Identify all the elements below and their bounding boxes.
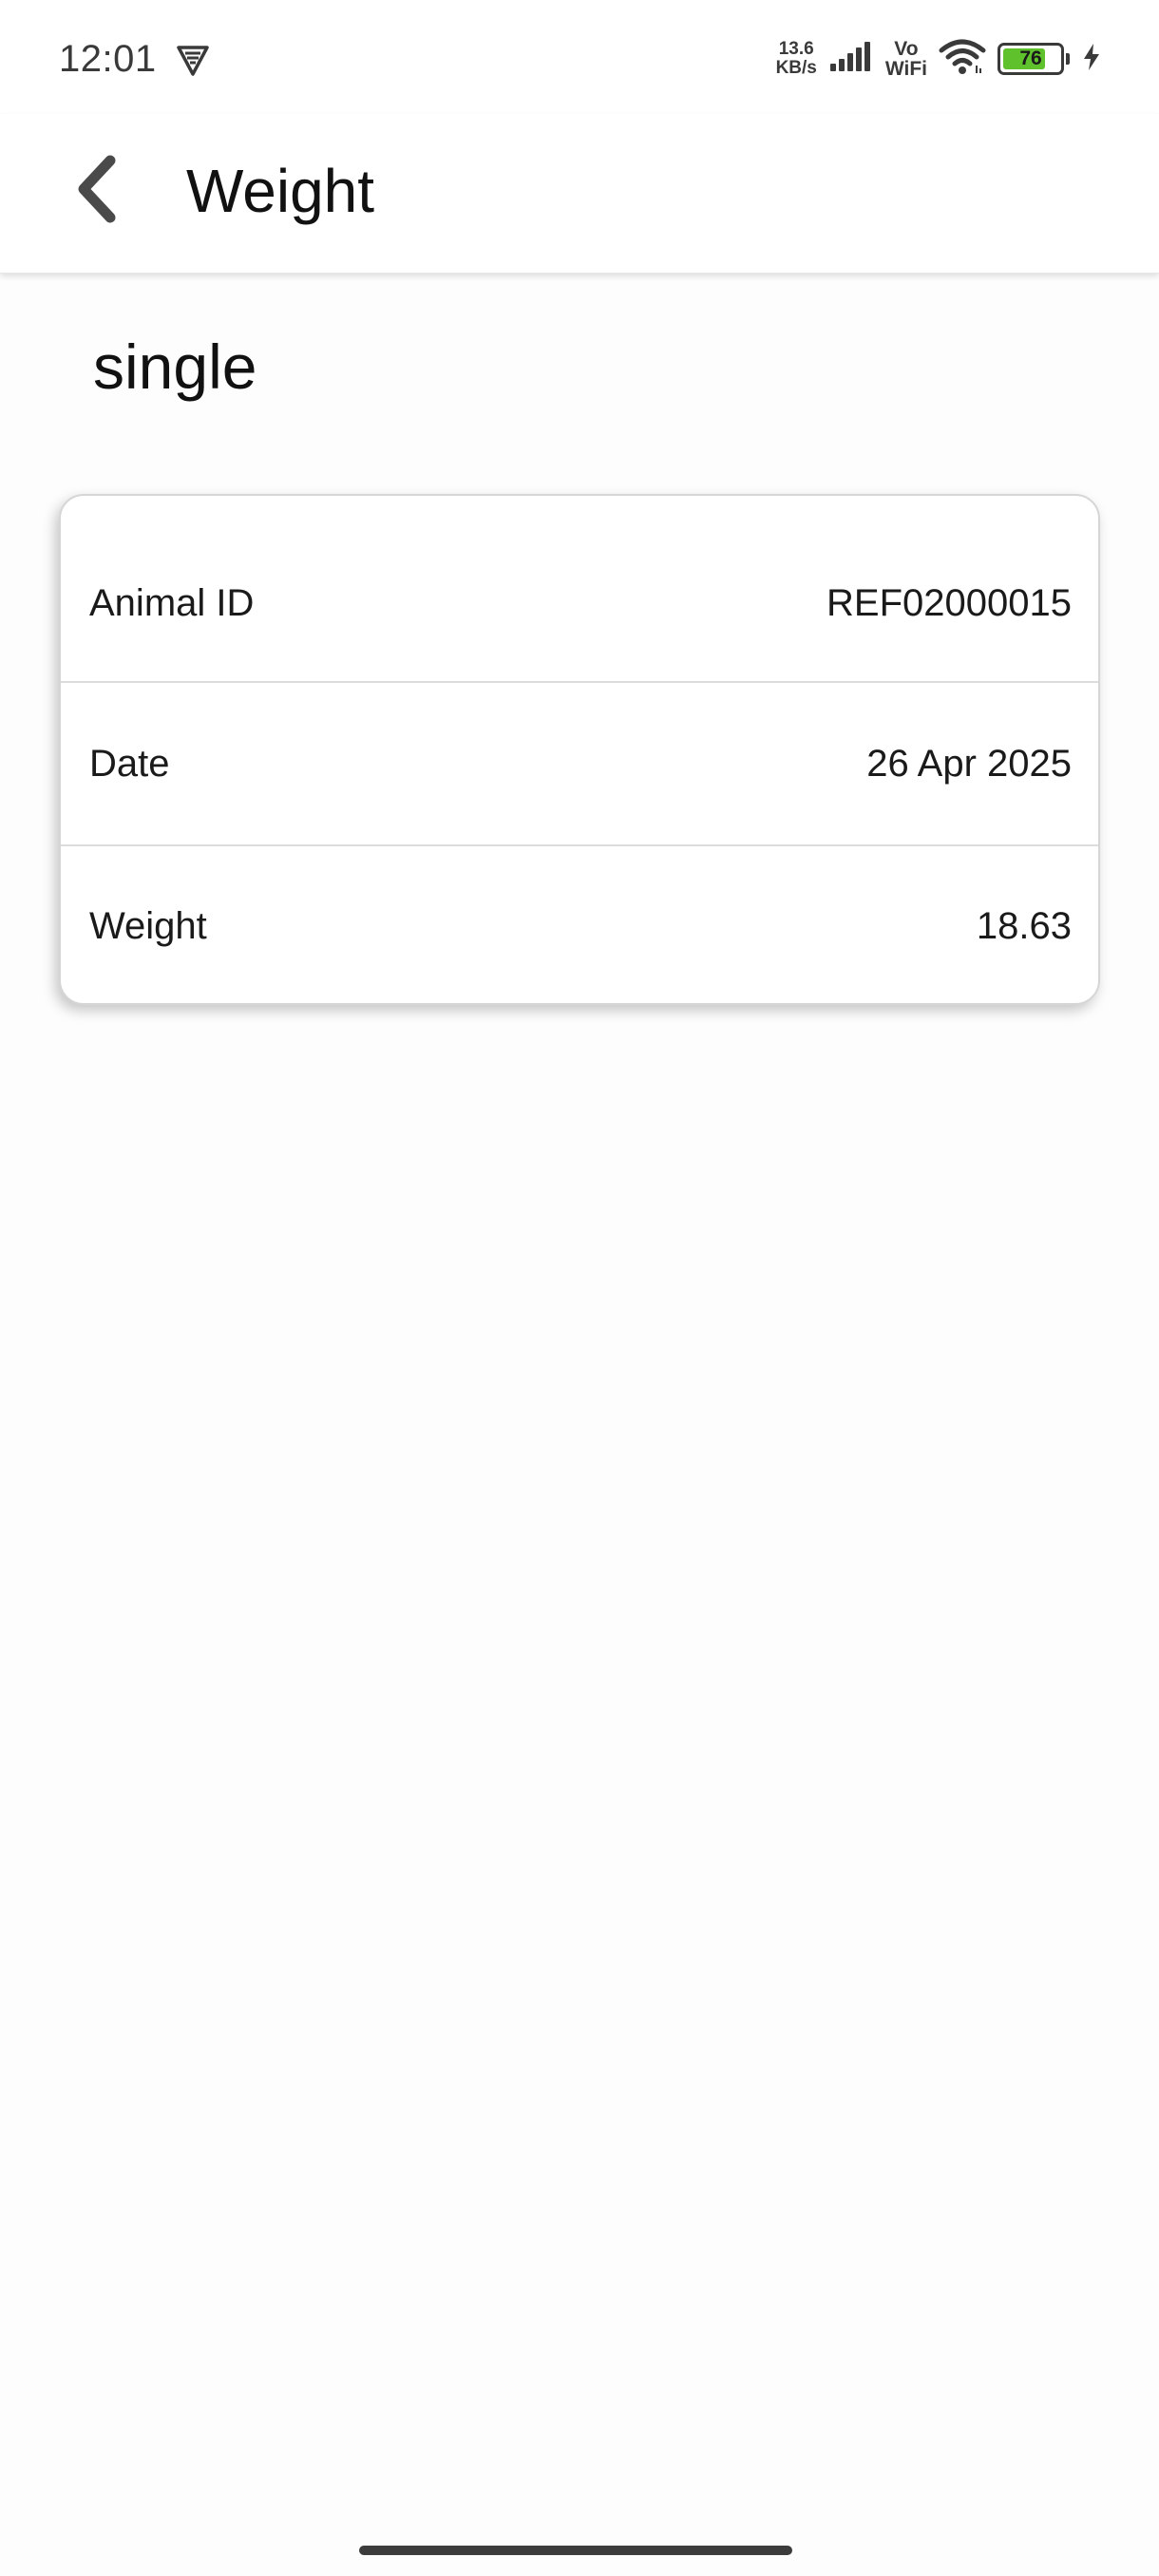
page-title: Weight [186,157,375,225]
detail-card: Animal ID REF02000015 Date 26 Apr 2025 W… [59,494,1100,1005]
vowifi-indicator: Vo WiFi [885,39,927,79]
detail-value: 18.63 [976,904,1072,947]
detail-label: Weight [89,904,207,947]
home-indicator[interactable] [359,2546,792,2555]
status-bar: 12:01 13.6 KB/s Vo WiFi 76 [0,0,1159,114]
vowifi-top: Vo [894,38,919,60]
detail-row-date: Date 26 Apr 2025 [61,682,1098,845]
section-label: single [93,331,257,402]
detail-label: Date [89,742,170,785]
chevron-left-icon [74,155,122,228]
detail-label: Animal ID [89,581,255,624]
detail-value: 26 Apr 2025 [866,742,1072,785]
battery-level: 76 [1019,47,1042,69]
signal-icon [828,41,874,78]
wifi-icon [939,39,986,80]
detail-row-animal-id: Animal ID REF02000015 [61,496,1098,682]
status-time: 12:01 [59,38,157,80]
network-speed: 13.6 KB/s [776,40,817,78]
network-speed-unit: KB/s [775,58,817,78]
vowifi-bottom: WiFi [884,58,927,80]
weight-detail-screen: 12:01 13.6 KB/s Vo WiFi 76 Weight single… [0,0,1159,2576]
app-bar: Weight [0,114,1159,274]
status-indicators: 13.6 KB/s Vo WiFi 76 [776,36,1102,82]
back-button[interactable] [55,148,141,234]
battery-icon: 76 [998,43,1064,75]
network-speed-value: 13.6 [778,39,814,59]
charging-bolt-icon [1081,43,1102,76]
battery-tip [1066,53,1070,65]
vpn-shield-icon [175,42,211,78]
detail-row-weight: Weight 18.63 [61,845,1098,1003]
detail-value: REF02000015 [826,581,1072,624]
